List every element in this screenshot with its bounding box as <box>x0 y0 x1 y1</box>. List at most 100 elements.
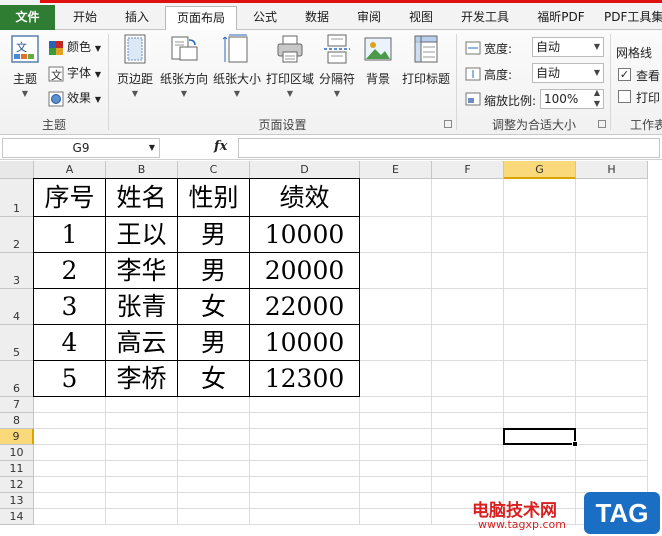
cell-a12[interactable] <box>34 477 106 493</box>
cell-h5[interactable] <box>576 325 648 361</box>
cell-g8[interactable] <box>504 413 576 429</box>
margins-button[interactable]: 页边距 ▼ <box>112 34 158 98</box>
theme-effects-button[interactable]: 效果 ▼ <box>48 88 101 108</box>
row-header-8[interactable]: 8 <box>0 413 34 429</box>
width-select[interactable]: 自动 ▼ <box>532 37 604 57</box>
print-titles-button[interactable]: 打印标题 <box>400 34 452 87</box>
cell-b7[interactable] <box>106 397 178 413</box>
column-header-c[interactable]: C <box>178 161 250 179</box>
cell-b11[interactable] <box>106 461 178 477</box>
page-setup-launcher-icon[interactable] <box>444 120 452 128</box>
scale-spinner[interactable]: 100% ▲ ▼ <box>540 88 604 109</box>
cell-a10[interactable] <box>34 445 106 461</box>
cell-e10[interactable] <box>360 445 432 461</box>
cell-g11[interactable] <box>504 461 576 477</box>
row-header-9[interactable]: 9 <box>0 429 34 445</box>
cell-f11[interactable] <box>432 461 504 477</box>
gridlines-view-checkbox[interactable]: ✓ <box>618 68 631 81</box>
tab-foxit-pdf[interactable]: 福昕PDF <box>526 6 596 30</box>
cell-e13[interactable] <box>360 493 432 509</box>
tab-home[interactable]: 开始 <box>60 6 110 30</box>
row-header-5[interactable]: 5 <box>0 325 34 361</box>
column-header-g[interactable]: G <box>504 161 576 179</box>
cell-d9[interactable] <box>250 429 360 445</box>
cell-c1[interactable]: 性别 <box>178 179 250 217</box>
cell-f1[interactable] <box>432 179 504 217</box>
cell-d1[interactable]: 绩效 <box>250 179 360 217</box>
height-select[interactable]: 自动 ▼ <box>532 63 604 83</box>
cell-f10[interactable] <box>432 445 504 461</box>
cell-g5[interactable] <box>504 325 576 361</box>
background-button[interactable]: 背景 <box>358 34 398 87</box>
cell-e6[interactable] <box>360 361 432 397</box>
cell-a3[interactable]: 2 <box>34 253 106 289</box>
cell-a2[interactable]: 1 <box>34 217 106 253</box>
row-header-12[interactable]: 12 <box>0 477 34 493</box>
cell-a7[interactable] <box>34 397 106 413</box>
column-header-h[interactable]: H <box>576 161 648 179</box>
tab-formulas[interactable]: 公式 <box>240 6 290 30</box>
cell-c10[interactable] <box>178 445 250 461</box>
cell-b10[interactable] <box>106 445 178 461</box>
cell-e14[interactable] <box>360 509 432 525</box>
cell-b9[interactable] <box>106 429 178 445</box>
tab-pdf-tools[interactable]: PDF工具集 <box>604 6 662 30</box>
cell-c13[interactable] <box>178 493 250 509</box>
cell-g4[interactable] <box>504 289 576 325</box>
tab-view[interactable]: 视图 <box>396 6 446 30</box>
row-header-13[interactable]: 13 <box>0 493 34 509</box>
cell-d10[interactable] <box>250 445 360 461</box>
cell-h10[interactable] <box>576 445 648 461</box>
theme-fonts-button[interactable]: 文 字体 ▼ <box>48 63 101 83</box>
cell-c2[interactable]: 男 <box>178 217 250 253</box>
cell-a11[interactable] <box>34 461 106 477</box>
tab-insert[interactable]: 插入 <box>112 6 162 30</box>
cell-d13[interactable] <box>250 493 360 509</box>
cell-e9[interactable] <box>360 429 432 445</box>
print-area-button[interactable]: 打印区域 ▼ <box>264 34 316 98</box>
cell-d6[interactable]: 12300 <box>250 361 360 397</box>
cell-a6[interactable]: 5 <box>34 361 106 397</box>
cell-g1[interactable] <box>504 179 576 217</box>
cell-c6[interactable]: 女 <box>178 361 250 397</box>
column-header-a[interactable]: A <box>34 161 106 179</box>
cell-b5[interactable]: 高云 <box>106 325 178 361</box>
row-header-1[interactable]: 1 <box>0 179 34 217</box>
cell-e1[interactable] <box>360 179 432 217</box>
scale-to-fit-launcher-icon[interactable] <box>598 120 606 128</box>
cell-h8[interactable] <box>576 413 648 429</box>
cell-e3[interactable] <box>360 253 432 289</box>
cell-c8[interactable] <box>178 413 250 429</box>
cell-f3[interactable] <box>432 253 504 289</box>
cell-h2[interactable] <box>576 217 648 253</box>
cell-a4[interactable]: 3 <box>34 289 106 325</box>
theme-colors-button[interactable]: 颜色 ▼ <box>48 37 101 57</box>
column-header-f[interactable]: F <box>432 161 504 179</box>
cell-b12[interactable] <box>106 477 178 493</box>
name-box[interactable]: G9 ▼ <box>2 138 160 158</box>
cell-e5[interactable] <box>360 325 432 361</box>
cell-e4[interactable] <box>360 289 432 325</box>
column-header-b[interactable]: B <box>106 161 178 179</box>
cell-a5[interactable]: 4 <box>34 325 106 361</box>
column-header-d[interactable]: D <box>250 161 360 179</box>
cell-f6[interactable] <box>432 361 504 397</box>
insert-function-icon[interactable]: fx <box>214 139 227 154</box>
tab-review[interactable]: 审阅 <box>344 6 394 30</box>
cell-a13[interactable] <box>34 493 106 509</box>
row-header-14[interactable]: 14 <box>0 509 34 525</box>
cell-c4[interactable]: 女 <box>178 289 250 325</box>
worksheet-grid[interactable]: A B C D E F G H 1 2 3 4 5 6 7 8 9 10 11 12 13 14 序号 姓名 性别 绩效 1 王以男 1… <box>0 161 662 536</box>
cell-f8[interactable] <box>432 413 504 429</box>
cell-d4[interactable]: 22000 <box>250 289 360 325</box>
cell-c5[interactable]: 男 <box>178 325 250 361</box>
cell-d12[interactable] <box>250 477 360 493</box>
row-header-11[interactable]: 11 <box>0 461 34 477</box>
cell-f5[interactable] <box>432 325 504 361</box>
cell-f9[interactable] <box>432 429 504 445</box>
cell-e7[interactable] <box>360 397 432 413</box>
cell-b14[interactable] <box>106 509 178 525</box>
row-header-7[interactable]: 7 <box>0 397 34 413</box>
row-header-4[interactable]: 4 <box>0 289 34 325</box>
cell-d14[interactable] <box>250 509 360 525</box>
